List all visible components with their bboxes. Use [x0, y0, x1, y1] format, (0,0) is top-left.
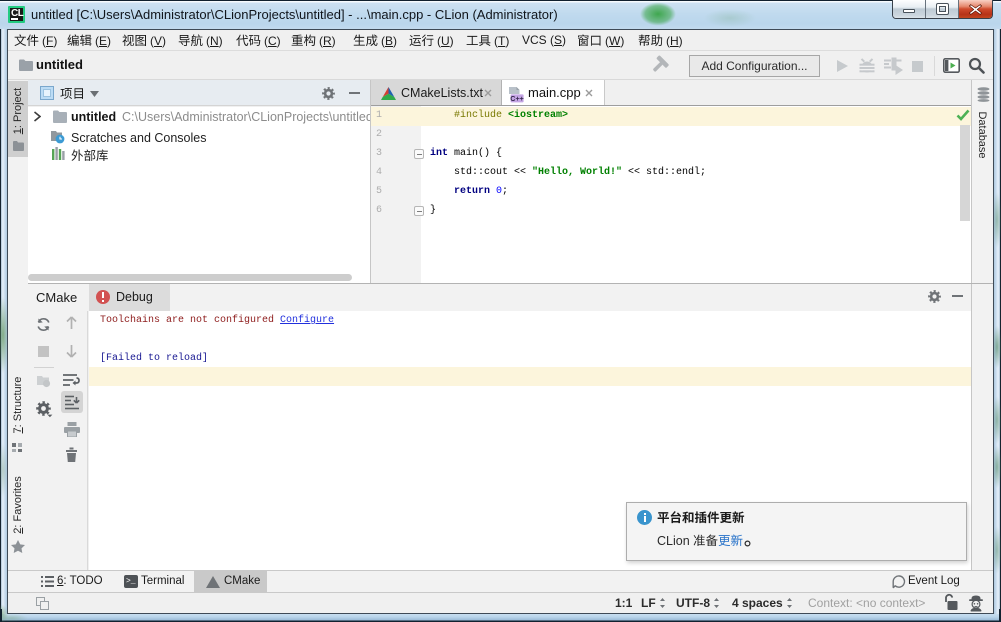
svg-text:C++: C++ — [510, 94, 524, 103]
